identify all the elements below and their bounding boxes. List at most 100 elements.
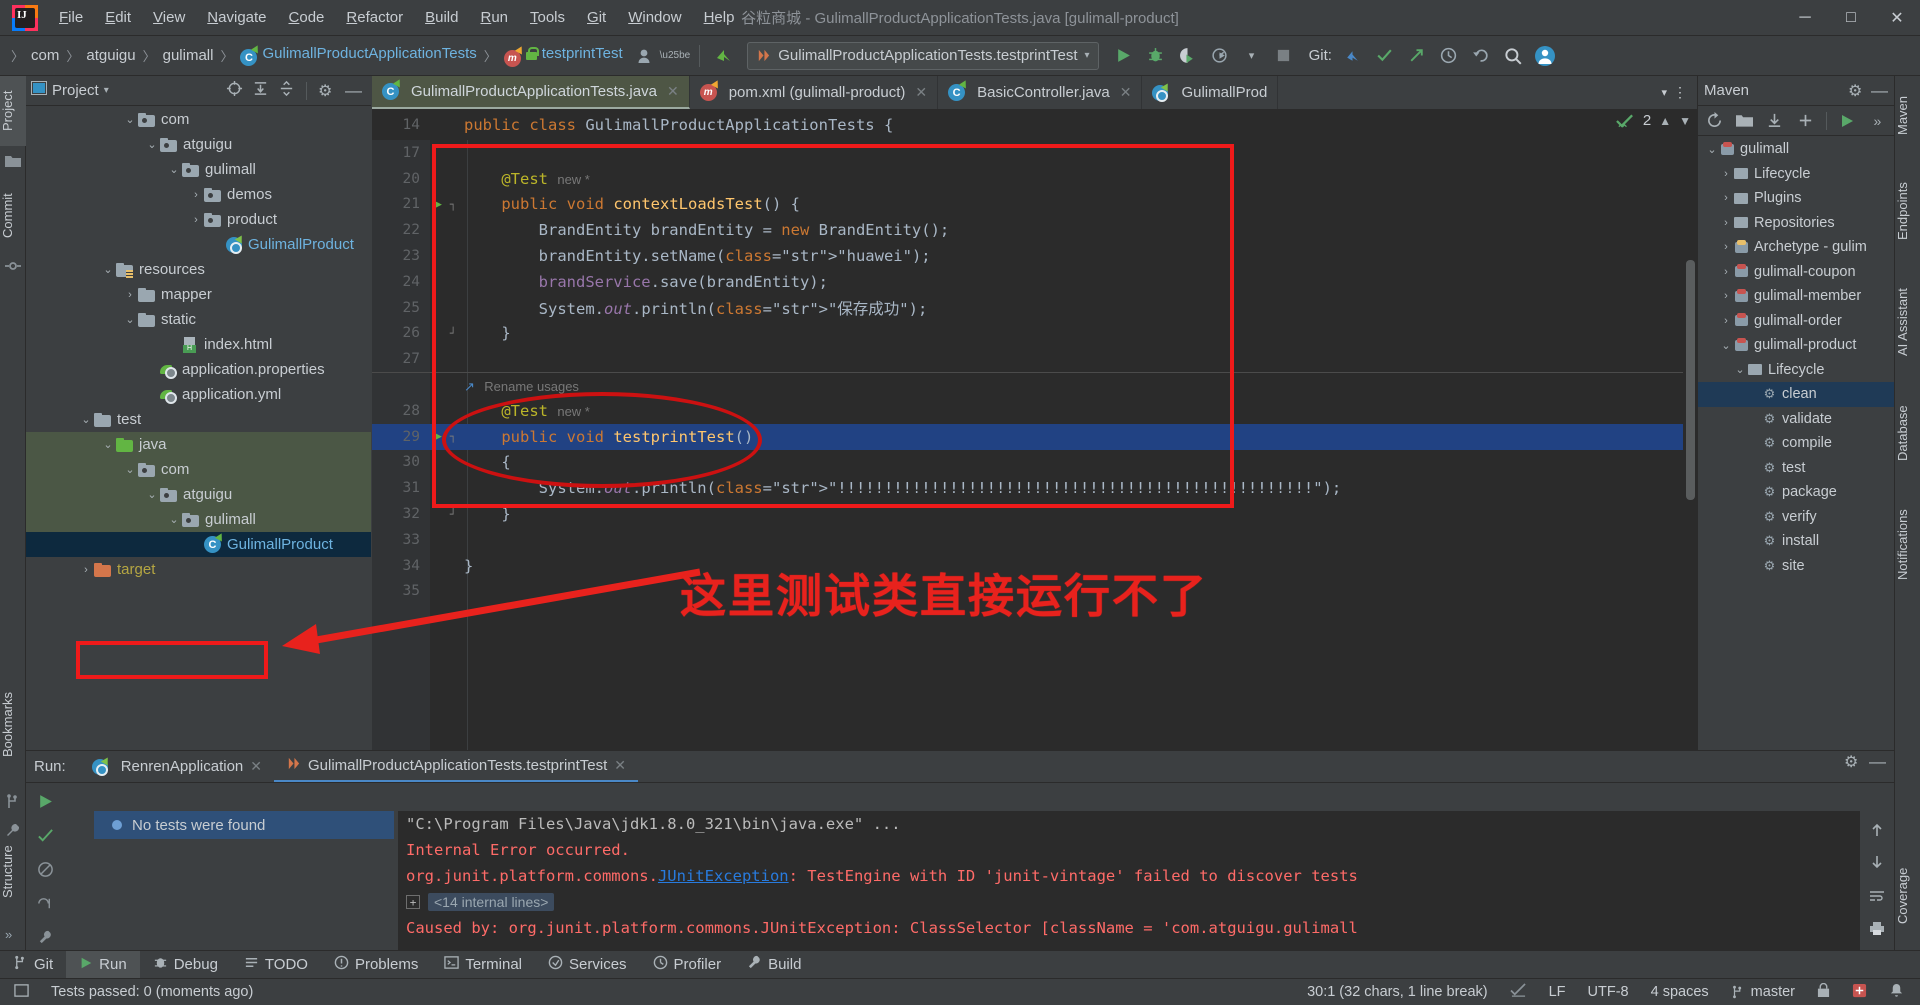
tree-chevron-icon[interactable]: ⌄ — [100, 263, 116, 276]
scroll-down-icon[interactable] — [1864, 849, 1890, 875]
tree-chevron-icon[interactable]: › — [122, 289, 138, 301]
menu-item-window[interactable]: Window — [617, 4, 692, 31]
project-tree-node[interactable]: ⌄ com — [26, 107, 371, 132]
menu-item-help[interactable]: Help — [693, 4, 746, 31]
stop-button[interactable] — [1269, 41, 1299, 71]
tree-chevron-icon[interactable]: ⌄ — [1704, 143, 1720, 156]
run-console[interactable]: "C:\Program Files\Java\jdk1.8.0_321\bin\… — [398, 811, 1860, 950]
project-tree-node[interactable]: C GulimallProduct — [26, 532, 371, 557]
maven-tree-node[interactable]: › Lifecycle — [1698, 162, 1894, 187]
tree-chevron-icon[interactable]: ⌄ — [166, 513, 182, 526]
menu-item-run[interactable]: Run — [469, 4, 519, 31]
menu-item-refactor[interactable]: Refactor — [335, 4, 414, 31]
breadcrumb-item-1[interactable]: atguigu — [84, 45, 137, 66]
vcs-push-icon[interactable] — [1402, 41, 1432, 71]
hide-panel-icon[interactable]: — — [1869, 753, 1886, 770]
editor-tab-3[interactable]: GulimallProd — [1142, 76, 1279, 109]
next-problem-icon[interactable]: ▼ — [1679, 114, 1691, 128]
rerun-button[interactable] — [32, 788, 58, 814]
search-everywhere-icon[interactable] — [1498, 41, 1528, 71]
expand-internal-lines-icon[interactable]: + — [406, 895, 420, 909]
tree-chevron-icon[interactable]: ⌄ — [122, 463, 138, 476]
bottom-tab-profiler[interactable]: Profiler — [640, 951, 735, 979]
project-tree-node[interactable]: › target — [26, 557, 371, 582]
breadcrumb-item-3[interactable]: C GulimallProductApplicationTests — [238, 43, 478, 69]
maven-tree[interactable]: ⌄ gulimall › Lifecycle › Plugins › Repositories… — [1698, 137, 1894, 750]
rerun-failed-tests-icon[interactable] — [32, 822, 58, 848]
more-maven-actions-icon[interactable]: » — [1865, 108, 1890, 134]
vcs-history-icon[interactable] — [1434, 41, 1464, 71]
expand-all-icon[interactable] — [252, 80, 269, 102]
sidebar-item-coverage[interactable]: Coverage — [1895, 852, 1920, 940]
tree-chevron-icon[interactable]: ⌄ — [122, 113, 138, 126]
project-tree-node[interactable]: › mapper — [26, 282, 371, 307]
run-tab-1[interactable]: GulimallProductApplicationTests.testprin… — [274, 751, 639, 782]
maven-tree-node[interactable]: › Archetype - gulim — [1698, 235, 1894, 260]
bottom-tab-build[interactable]: Build — [734, 951, 814, 979]
maven-tree-node[interactable]: ⚙ clean — [1698, 382, 1894, 407]
line-separator[interactable]: LF — [1538, 984, 1577, 1000]
project-tree-node[interactable]: ⌄ gulimall — [26, 507, 371, 532]
tree-chevron-icon[interactable]: ⌄ — [1718, 339, 1734, 352]
reload-projects-icon[interactable] — [1702, 108, 1727, 134]
add-icon[interactable] — [1793, 108, 1818, 134]
maven-tree-node[interactable]: ⚙ test — [1698, 456, 1894, 481]
git-branch[interactable]: master — [1720, 984, 1806, 1000]
sidebar-item-ai-assistant[interactable]: AI Assistant — [1895, 272, 1920, 372]
scroll-up-icon[interactable] — [1864, 817, 1890, 843]
maven-tree-node[interactable]: ⚙ install — [1698, 529, 1894, 554]
project-tree-node[interactable]: ⌄ java — [26, 432, 371, 457]
tree-chevron-icon[interactable]: ⌄ — [122, 313, 138, 326]
maven-tree-node[interactable]: ⌄ Lifecycle — [1698, 358, 1894, 383]
tree-chevron-icon[interactable]: › — [1718, 168, 1734, 180]
tree-chevron-icon[interactable]: ⌄ — [78, 413, 94, 426]
tree-chevron-icon[interactable]: ⌄ — [166, 163, 182, 176]
minimize-button[interactable]: ─ — [1782, 0, 1828, 36]
sidebar-item-bookmarks[interactable]: Bookmarks — [0, 674, 26, 774]
prev-problem-icon[interactable]: ▲ — [1659, 114, 1671, 128]
tree-chevron-icon[interactable]: ⌄ — [144, 138, 160, 151]
maven-tree-node[interactable]: › Repositories — [1698, 211, 1894, 236]
indent-setting[interactable]: 4 spaces — [1640, 984, 1720, 1000]
run-configuration-selector[interactable]: GulimallProductApplicationTests.testprin… — [747, 41, 1099, 70]
breadcrumb-item-2[interactable]: gulimall — [161, 45, 216, 66]
bottom-tab-git[interactable]: Git — [0, 951, 66, 979]
maven-tree-node[interactable]: ⚙ validate — [1698, 407, 1894, 432]
main-menu[interactable]: File Edit View Navigate Code Refactor Build Run… — [48, 4, 745, 31]
add-maven-project-icon[interactable] — [1732, 108, 1757, 134]
maven-toolbar[interactable]: » — [1698, 106, 1894, 136]
bottom-tab-services[interactable]: Services — [535, 951, 640, 979]
tree-chevron-icon[interactable]: ⌄ — [144, 488, 160, 501]
chevron-down-icon[interactable]: ▾ — [104, 85, 109, 96]
print-icon[interactable] — [1864, 915, 1890, 941]
maven-tree-node[interactable]: ⚙ site — [1698, 554, 1894, 579]
inspection-toggle-icon[interactable] — [1499, 982, 1538, 1002]
wrench-icon[interactable] — [32, 924, 58, 950]
code-fold-icon[interactable]: ┘ — [446, 508, 460, 521]
menu-item-git[interactable]: Git — [576, 4, 617, 31]
project-tree-node[interactable]: ⌄ com — [26, 457, 371, 482]
editor-tab-0[interactable]: C GulimallProductApplicationTests.java ✕ — [372, 76, 690, 109]
vcs-commit-icon[interactable] — [1370, 41, 1400, 71]
code-line[interactable]: 33 — [372, 527, 1697, 553]
tree-chevron-icon[interactable]: › — [1718, 192, 1734, 204]
profiler-dropdown-icon[interactable]: ▾ — [1237, 41, 1267, 71]
menu-item-file[interactable]: File — [48, 4, 94, 31]
breadcrumb-item-0[interactable]: com — [29, 45, 61, 66]
project-tree-node[interactable]: ⌄ atguigu — [26, 132, 371, 157]
bottom-tab-todo[interactable]: TODO — [231, 951, 321, 979]
download-sources-icon[interactable] — [1762, 108, 1787, 134]
bottom-tab-run[interactable]: Run — [66, 950, 140, 979]
test-tree-row[interactable]: No tests were found — [94, 811, 394, 839]
caret-position[interactable]: 30:1 (32 chars, 1 line break) — [1296, 984, 1499, 1000]
soft-wrap-icon[interactable] — [1864, 883, 1890, 909]
project-tree-node[interactable]: ⌄ test — [26, 407, 371, 432]
maven-tree-node[interactable]: ⚙ package — [1698, 480, 1894, 505]
maximize-button[interactable]: □ — [1828, 0, 1874, 36]
tree-chevron-icon[interactable]: › — [1718, 315, 1734, 327]
vcs-update-project-icon[interactable] — [1338, 41, 1368, 71]
maven-tree-node[interactable]: › gulimall-order — [1698, 309, 1894, 334]
file-encoding[interactable]: UTF-8 — [1577, 984, 1640, 1000]
tree-chevron-icon[interactable]: › — [188, 189, 204, 201]
editor-scrollbar[interactable] — [1683, 140, 1697, 750]
